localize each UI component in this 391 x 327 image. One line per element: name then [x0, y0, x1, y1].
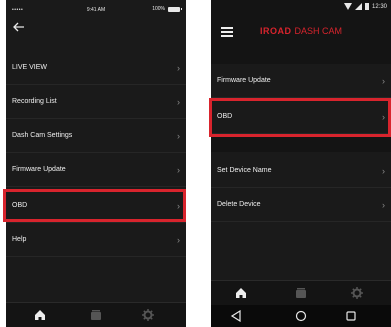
home-circle-icon[interactable]	[295, 310, 307, 322]
android-tab-bar	[211, 280, 391, 305]
home-icon[interactable]	[234, 286, 248, 300]
menu-item-set-device-name[interactable]: Set Device Name ›	[211, 154, 391, 188]
chevron-right-icon: ›	[382, 76, 385, 86]
back-triangle-icon[interactable]	[230, 310, 242, 322]
menu-item-label: Delete Device	[217, 201, 261, 208]
highlight-box	[209, 98, 391, 137]
menu-item-label: Dash Cam Settings	[12, 132, 73, 139]
app-bar: IROAD DASH CAM	[211, 14, 391, 52]
chevron-right-icon: ›	[177, 131, 180, 141]
signal-icon	[354, 3, 362, 10]
ios-phone-screen: ••••• 9:41 AM 100% LIVE VIEW › Recording…	[6, 0, 186, 327]
menu-item-firmware-update[interactable]: Firmware Update ›	[6, 153, 186, 187]
logo-sub-text: DASH CAM	[294, 26, 342, 36]
chevron-right-icon: ›	[177, 97, 180, 107]
gear-icon[interactable]	[350, 286, 364, 300]
chevron-right-icon: ›	[382, 200, 385, 210]
android-status-bar: 12:30	[211, 0, 391, 14]
recording-icon[interactable]	[294, 286, 308, 300]
menu-item-label: Firmware Update	[12, 166, 66, 173]
brand-logo: IROAD DASH CAM	[211, 26, 391, 36]
recording-icon[interactable]	[89, 308, 103, 322]
menu-item-live-view[interactable]: LIVE VIEW ›	[6, 51, 186, 85]
menu-item-recording-list[interactable]: Recording List ›	[6, 85, 186, 119]
status-time: 12:30	[371, 3, 387, 10]
menu-item-delete-device[interactable]: Delete Device ›	[211, 188, 391, 222]
chevron-right-icon: ›	[177, 235, 180, 245]
battery-icon	[364, 3, 369, 10]
section-gap	[211, 52, 391, 64]
ios-tab-bar	[6, 302, 186, 327]
menu-item-label: Help	[12, 236, 27, 243]
chevron-right-icon: ›	[382, 166, 385, 176]
android-nav-bar	[211, 305, 391, 327]
menu-item-dash-cam-settings[interactable]: Dash Cam Settings ›	[6, 119, 186, 153]
chevron-right-icon: ›	[177, 165, 180, 175]
menu-item-label: Set Device Name	[217, 167, 272, 174]
gear-icon[interactable]	[141, 308, 155, 322]
recents-square-icon[interactable]	[345, 310, 357, 322]
battery-icon	[168, 6, 182, 12]
home-icon[interactable]	[33, 308, 47, 322]
menu-item-firmware-update[interactable]: Firmware Update ›	[211, 64, 391, 98]
android-phone-screen: 12:30 IROAD DASH CAM Firmware Update › OB…	[211, 0, 391, 327]
logo-brand-text: IROAD	[259, 26, 292, 36]
wifi-icon	[343, 3, 352, 10]
chevron-right-icon: ›	[177, 63, 180, 73]
menu-item-help[interactable]: Help ›	[6, 223, 186, 257]
highlight-box	[3, 189, 186, 222]
ios-status-bar: ••••• 9:41 AM 100%	[6, 0, 186, 16]
battery-percent: 100%	[152, 6, 165, 12]
menu-item-label: Firmware Update	[217, 77, 271, 84]
menu-item-label: LIVE VIEW	[12, 64, 48, 71]
back-arrow-icon[interactable]	[12, 20, 26, 34]
menu-item-label: Recording List	[12, 98, 57, 105]
